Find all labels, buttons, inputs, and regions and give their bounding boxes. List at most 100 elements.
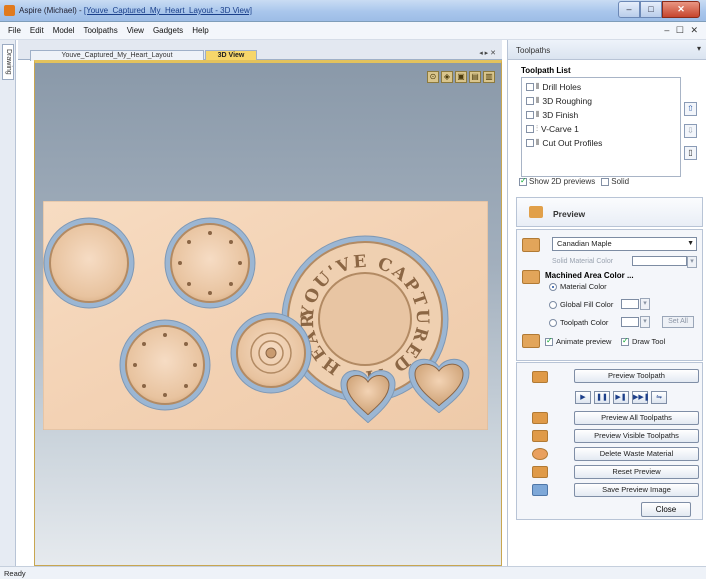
checkbox[interactable] [526,97,534,105]
show-2d-previews-option[interactable]: Show 2D previews [519,176,595,186]
close-button[interactable]: Close [641,502,691,517]
animate-preview-label: Animate preview [556,337,612,346]
save-preview-image-button[interactable]: Save Preview Image [574,483,699,497]
drawing-tab[interactable]: Drawing [2,44,14,80]
close-window-button[interactable]: ✕ [662,1,700,18]
preview-all-icon [532,412,548,424]
3d-viewport[interactable]: ⊙ ◈ ▣ ▤ ▥ YOU'VE CAPTURED HEAR [34,60,502,566]
material-dropdown[interactable]: Canadian Maple ▼ [552,237,697,251]
preview-controls-section: Preview Toolpath ▶ ❚❚ ▶❚ ▶▶❚ ⇋ Preview A… [516,362,703,520]
global-fill-color-radio[interactable]: Global Fill Color [549,300,613,309]
preview-visible-toolpaths-button[interactable]: Preview Visible Toolpaths [574,429,699,443]
preview-all-toolpaths-button[interactable]: Preview All Toolpaths [574,411,699,425]
solid-material-color-swatch[interactable] [632,256,687,266]
toolpath-icon: ⫴ [536,82,540,91]
solid-material-color-label: Solid Material Color [552,258,614,265]
toolpaths-panel: Toolpaths ▾ Toolpath List ⫴ Drill Holes ⫴… [507,40,706,566]
mdi-window-controls[interactable]: – ☐ ✕ [664,25,700,36]
title-bar: Aspire (Michael) - [Youve_Captured_My_He… [0,0,706,22]
minimize-button[interactable]: – [618,1,640,18]
empty-ring-carving [43,217,135,309]
toolpath-3d-finish[interactable]: ⫴ 3D Finish [526,110,578,120]
panel-header: Toolpaths ▾ [508,40,706,60]
zoom-view-icon[interactable]: ▣ [455,71,467,83]
preview-icon [529,206,543,218]
solid-color-arrow[interactable]: ▾ [687,256,697,268]
solid-label: Solid [611,177,630,186]
step-icon[interactable]: ▶❚ [613,391,629,404]
checkbox[interactable] [526,125,534,133]
move-up-icon[interactable]: ⇧ [684,102,697,116]
speed-icon[interactable]: ⇋ [651,391,667,404]
concentric-ring-carving [230,312,312,394]
toolpath-label: V-Carve 1 [541,124,579,134]
dotted-ring-carving-bottom [119,319,211,411]
preview-toolpath-icon [532,371,548,383]
toolpath-list[interactable]: ⫴ Drill Holes ⫴ 3D Roughing ⫴ 3D Finish ⫶ V-… [521,77,681,177]
view-toolbar: ⊙ ◈ ▣ ▤ ▥ [427,71,495,83]
animate-preview-checkbox[interactable] [545,336,553,346]
menu-model[interactable]: Model [53,26,75,35]
set-all-button[interactable]: Set All [662,316,694,328]
menu-file[interactable]: File [8,26,21,35]
delete-waste-material-button[interactable]: Delete Waste Material [574,447,699,461]
title-document-path: [Youve_Captured_My_Heart_Layout - 3D Vie… [83,6,253,15]
toolpath-list-title: Toolpath List [521,66,571,75]
panel-pin-icon[interactable]: ▾ [697,44,701,53]
dotted-ring-carving-top [164,217,256,309]
material-color-label: Material Color [560,282,607,291]
toolpath-color-arrow[interactable]: ▾ [640,316,650,328]
toolpath-icon: ⫴ [536,96,540,105]
preview-toolpath-button[interactable]: Preview Toolpath [574,369,699,383]
toolpath-color-swatch[interactable] [621,317,639,327]
preview-options-row: Show 2D previews Solid [519,176,629,186]
draw-tool-option[interactable]: Draw Tool [621,336,665,346]
checkbox[interactable] [526,111,534,119]
menu-bar: File Edit Model Toolpaths View Gadgets H… [0,22,706,40]
menu-toolpaths[interactable]: Toolpaths [83,26,117,35]
maximize-button[interactable]: □ [640,1,662,18]
menu-view[interactable]: View [127,26,144,35]
toolpath-3d-roughing[interactable]: ⫴ 3D Roughing [526,96,592,106]
radio-selected[interactable] [549,282,557,291]
solid-checkbox[interactable] [601,177,610,186]
toolpath-icon: ⫶ [536,124,538,133]
front-view-icon[interactable]: ▤ [469,71,481,83]
animate-preview-option[interactable]: Animate preview [545,336,612,346]
toolpath-icon: ⫴ [536,110,540,119]
global-fill-arrow[interactable]: ▾ [640,298,650,310]
tab-navigation[interactable]: ◂ ▸ ✕ [479,49,496,57]
radio[interactable] [549,300,557,309]
rotate-view-icon[interactable]: ⊙ [427,71,439,83]
toolpath-cut-out-profiles[interactable]: ⫴ Cut Out Profiles [526,138,602,148]
toolpath-properties-icon[interactable]: ▯ [684,146,697,160]
menu-gadgets[interactable]: Gadgets [153,26,183,35]
pause-icon[interactable]: ❚❚ [594,391,610,404]
wood-board-render[interactable]: YOU'VE CAPTURED MY HEART [43,201,488,430]
menu-edit[interactable]: Edit [30,26,44,35]
checkbox[interactable] [526,139,534,147]
menu-help[interactable]: Help [192,26,208,35]
radio[interactable] [549,318,557,327]
toolpath-drill-holes[interactable]: ⫴ Drill Holes [526,82,581,92]
reset-preview-button[interactable]: Reset Preview [574,465,699,479]
pan-view-icon[interactable]: ◈ [441,71,453,83]
toolpath-color-radio[interactable]: Toolpath Color [549,318,608,327]
global-fill-swatch[interactable] [621,299,639,309]
side-view-icon[interactable]: ▥ [483,71,495,83]
status-bar: Ready [0,566,706,579]
move-down-icon[interactable]: ⇩ [684,124,697,138]
window-controls: – □ ✕ [618,1,700,18]
toolpath-v-carve[interactable]: ⫶ V-Carve 1 [526,124,579,134]
checkbox[interactable] [526,83,534,91]
draw-tool-checkbox[interactable] [621,336,629,346]
fast-forward-icon[interactable]: ▶▶❚ [632,391,650,404]
show-2d-previews-checkbox[interactable] [519,176,527,186]
playback-controls: ▶ ❚❚ ▶❚ ▶▶❚ ⇋ [575,391,667,404]
machined-area-icon [522,270,540,284]
play-icon[interactable]: ▶ [575,391,591,404]
material-color-radio[interactable]: Material Color [549,282,607,291]
solid-option[interactable]: Solid [601,177,629,186]
toolpath-label: 3D Roughing [542,96,592,106]
aspire-app-icon [4,5,15,16]
